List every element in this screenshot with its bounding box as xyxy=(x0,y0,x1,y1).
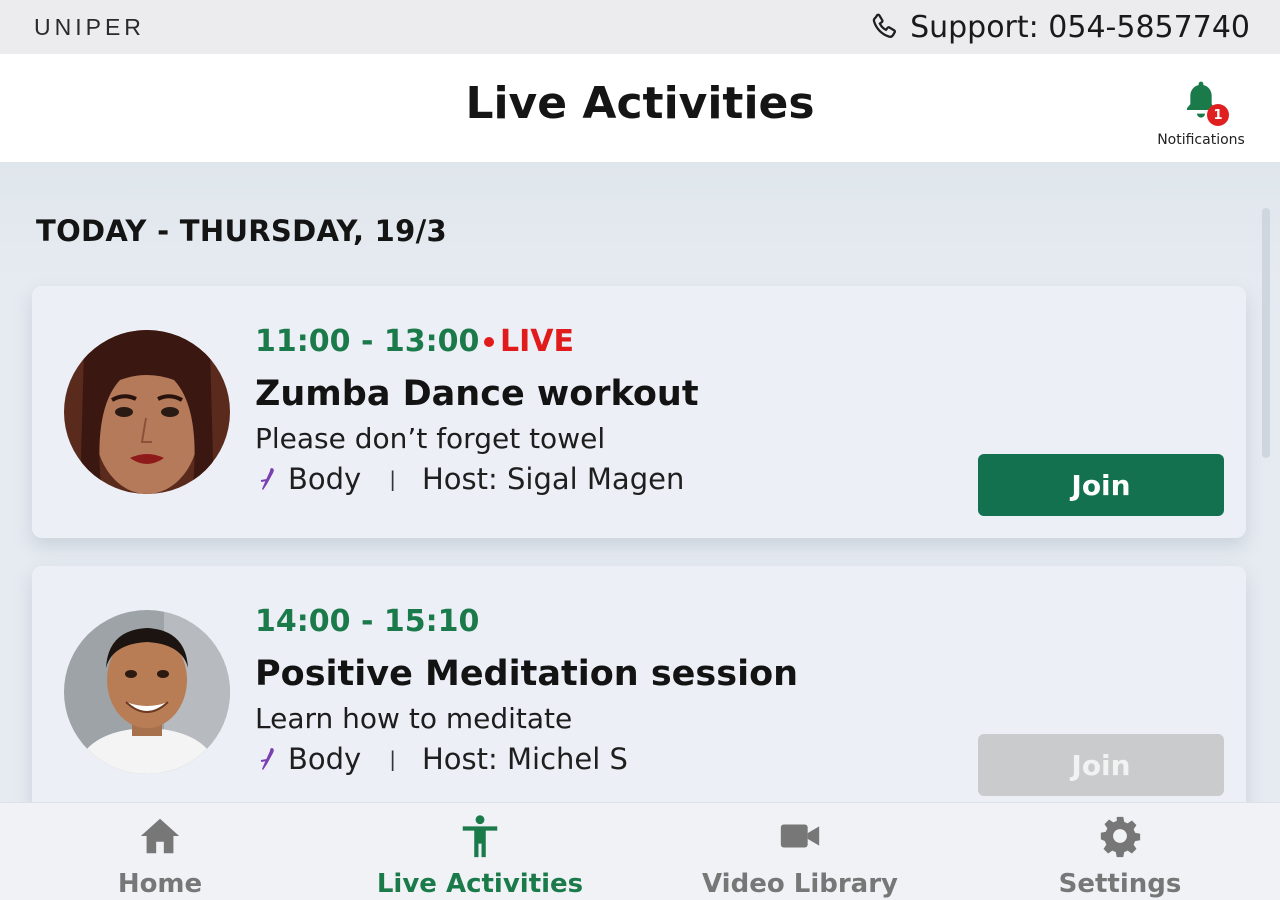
nav-item-live-activities[interactable]: Live Activities xyxy=(320,803,640,900)
activity-card: 11:00 - 13:00 LIVE Zumba Dance workout P… xyxy=(32,286,1246,538)
live-label: LIVE xyxy=(500,324,574,359)
activity-time: 14:00 - 15:10 xyxy=(255,604,480,639)
activity-meta: Body | Host: Michel S xyxy=(258,742,628,776)
activity-title: Zumba Dance workout xyxy=(255,374,699,414)
activity-category: Body xyxy=(288,742,362,776)
scrollbar[interactable] xyxy=(1262,208,1270,458)
nav-item-home[interactable]: Home xyxy=(0,803,320,900)
nav-item-settings[interactable]: Settings xyxy=(960,803,1280,900)
nav-label: Home xyxy=(117,869,203,899)
notifications-button[interactable]: 1 Notifications xyxy=(1146,78,1256,148)
page-header: Live Activities 1 Notifications xyxy=(0,54,1280,162)
activities-content[interactable]: TODAY - THURSDAY, 19/3 11:00 - 13:00 LIV… xyxy=(0,162,1280,802)
activity-host: Host: Sigal Magen xyxy=(421,462,685,496)
activity-description: Learn how to meditate xyxy=(255,702,573,735)
live-dot-icon xyxy=(484,336,494,347)
activity-time: 11:00 - 13:00 xyxy=(255,324,480,359)
nav-label: Settings xyxy=(1058,869,1182,899)
activity-card: 14:00 - 15:10 Positive Meditation sessio… xyxy=(32,566,1246,802)
activity-host: Host: Michel S xyxy=(421,742,628,776)
nav-item-video-library[interactable]: Video Library xyxy=(640,803,960,900)
meta-divider: | xyxy=(389,467,396,491)
host-avatar xyxy=(64,330,230,494)
phone-icon xyxy=(872,13,897,38)
top-status-bar: UNIPER Support: 054-5857740 xyxy=(0,0,1280,54)
notification-count-badge: 1 xyxy=(1207,104,1229,126)
activity-category: Body xyxy=(288,462,362,496)
gear-icon xyxy=(1100,816,1141,858)
join-button[interactable]: Join xyxy=(978,734,1224,796)
activity-title: Positive Meditation session xyxy=(255,654,799,694)
date-heading: TODAY - THURSDAY, 19/3 xyxy=(36,214,447,248)
person-activity-icon xyxy=(462,815,498,858)
brand-logo: UNIPER xyxy=(34,13,145,40)
join-button[interactable]: Join xyxy=(978,454,1224,516)
bottom-navigation: Home Live Activities Video Library Setti… xyxy=(0,802,1280,900)
notifications-label: Notifications xyxy=(1157,132,1245,148)
nav-label: Video Library xyxy=(702,869,898,899)
page-title: Live Activities xyxy=(465,78,815,129)
video-camera-icon xyxy=(780,824,820,848)
activity-meta: Body | Host: Sigal Magen xyxy=(258,462,684,496)
host-avatar xyxy=(64,610,230,774)
support-text: Support: 054-5857740 xyxy=(910,9,1250,45)
nav-label: Live Activities xyxy=(376,869,584,899)
live-indicator: LIVE xyxy=(484,324,574,359)
activity-description: Please don’t forget towel xyxy=(255,422,606,455)
body-category-icon xyxy=(260,468,274,490)
home-icon xyxy=(140,818,180,854)
body-category-icon xyxy=(260,748,274,770)
support-phone[interactable]: Support: 054-5857740 xyxy=(868,10,1250,45)
meta-divider: | xyxy=(389,747,396,771)
